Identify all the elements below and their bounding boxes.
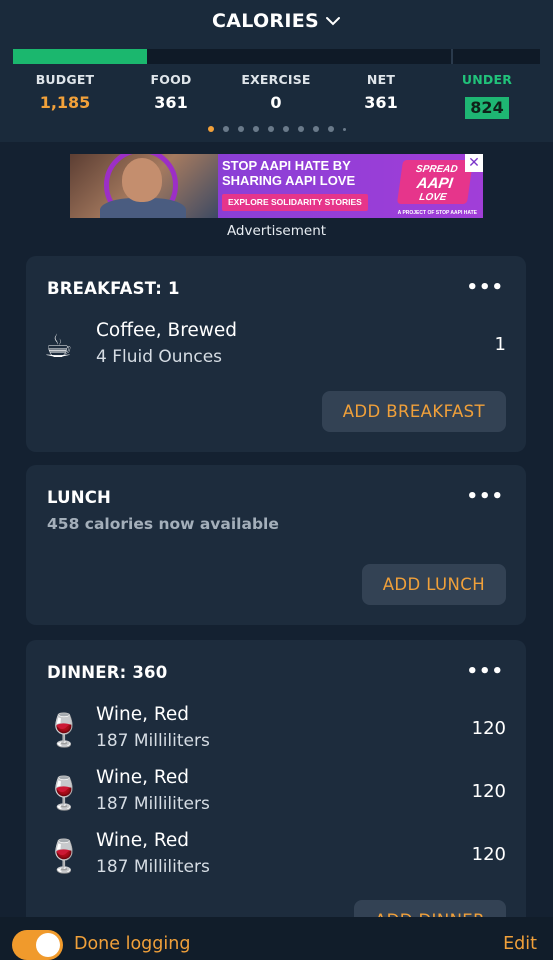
- coffee-icon: ☕: [44, 327, 73, 365]
- wine-glass-icon: 🍷: [44, 837, 84, 875]
- calories-dropdown[interactable]: CALORIES: [0, 10, 553, 32]
- stat-net: NET 361: [326, 72, 436, 112]
- lunch-card: LUNCH 458 calories now available ••• ADD…: [26, 465, 526, 625]
- stat-label: UNDER: [461, 72, 513, 87]
- summary-header: CALORIES BUDGET 1,185 FOOD 361 EXERCISE …: [0, 0, 553, 142]
- stat-food: FOOD 361: [116, 72, 226, 112]
- ad-photo: [70, 154, 218, 218]
- under-badge: 824: [465, 97, 509, 119]
- wine-glass-icon: 🍷: [44, 711, 84, 749]
- breakfast-title: BREAKFAST: 1: [47, 279, 180, 298]
- dinner-card: DINNER: 360 ••• 🍷 Wine, Red 187 Millilit…: [26, 640, 526, 941]
- add-breakfast-button[interactable]: ADD BREAKFAST: [321, 391, 506, 432]
- progress-fill: [13, 49, 148, 64]
- food-name: Wine, Red: [96, 767, 190, 788]
- food-name: Wine, Red: [96, 830, 190, 851]
- stat-budget: BUDGET 1,185: [10, 72, 120, 112]
- stat-value: 361: [364, 93, 398, 112]
- lunch-title: LUNCH: [47, 488, 112, 507]
- page-dot[interactable]: [267, 126, 274, 132]
- page-dot[interactable]: [207, 126, 214, 132]
- stat-under: UNDER 824: [432, 72, 542, 119]
- page-dot[interactable]: [297, 126, 304, 132]
- stat-label: BUDGET: [35, 72, 95, 87]
- ad-logo: SPREAD AAPI LOVE: [396, 160, 474, 204]
- page-dot[interactable]: [312, 126, 319, 132]
- wine-glass-icon: 🍷: [44, 774, 84, 812]
- page-indicator[interactable]: [0, 126, 553, 132]
- page-dot[interactable]: [252, 126, 259, 132]
- food-entry[interactable]: 🍷 Wine, Red 187 Milliliters 120: [44, 830, 508, 880]
- done-logging-label[interactable]: Done logging: [74, 934, 190, 954]
- food-calories: 120: [471, 781, 506, 802]
- breakfast-card: BREAKFAST: 1 ••• ☕ Coffee, Brewed 4 Flui…: [26, 256, 526, 452]
- progress-goal-marker: [451, 49, 453, 64]
- food-entry[interactable]: 🍷 Wine, Red 187 Milliliters 120: [44, 767, 508, 817]
- breakfast-more-icon[interactable]: •••: [466, 277, 504, 298]
- page-dot[interactable]: [222, 126, 229, 132]
- stat-label: FOOD: [150, 72, 192, 87]
- page-dot[interactable]: [327, 126, 334, 132]
- dinner-more-icon[interactable]: •••: [466, 661, 504, 682]
- page-dot[interactable]: [237, 126, 244, 132]
- ad-logo-bottom: LOVE: [418, 192, 448, 203]
- food-calories: 1: [494, 334, 506, 355]
- calorie-stats: BUDGET 1,185 FOOD 361 EXERCISE 0 NET 361…: [0, 72, 553, 119]
- ad-project-text: A PROJECT OF STOP AAPI HATE: [397, 210, 477, 216]
- stat-value: 361: [154, 93, 188, 112]
- stat-value: 1,185: [39, 93, 91, 112]
- food-entry[interactable]: 🍷 Wine, Red 187 Milliliters 120: [44, 704, 508, 754]
- add-lunch-button[interactable]: ADD LUNCH: [361, 564, 506, 605]
- logging-footer: Done logging Edit: [0, 917, 553, 960]
- food-serving: 187 Milliliters: [96, 794, 210, 814]
- stat-label: NET: [366, 72, 396, 87]
- stat-exercise: EXERCISE 0: [221, 72, 331, 112]
- header-title: CALORIES: [212, 10, 319, 32]
- ad-cta-button[interactable]: EXPLORE SOLIDARITY STORIES: [222, 194, 368, 211]
- done-logging-toggle[interactable]: [12, 930, 63, 960]
- calorie-progress-bar: [13, 49, 540, 64]
- ad-logo-mid: AAPI: [415, 175, 454, 192]
- food-serving: 4 Fluid Ounces: [96, 347, 223, 367]
- food-serving: 187 Milliliters: [96, 731, 210, 751]
- page-dot[interactable]: [282, 126, 289, 132]
- edit-button[interactable]: Edit: [503, 934, 537, 954]
- stat-value: 0: [270, 93, 282, 112]
- food-name: Wine, Red: [96, 704, 190, 725]
- page-dot[interactable]: [342, 127, 346, 131]
- advertisement-banner[interactable]: STOP AAPI HATE BY SHARING AAPI LOVE EXPL…: [70, 154, 483, 218]
- dinner-title: DINNER: 360: [47, 663, 168, 682]
- lunch-available-calories: 458 calories now available: [47, 515, 279, 533]
- lunch-more-icon[interactable]: •••: [466, 486, 504, 507]
- food-entry[interactable]: ☕ Coffee, Brewed 4 Fluid Ounces 1: [44, 320, 508, 370]
- chevron-down-icon: [325, 15, 341, 27]
- ad-person-face: [122, 158, 162, 202]
- food-name: Coffee, Brewed: [96, 320, 238, 341]
- ad-close-icon[interactable]: ✕: [465, 154, 483, 172]
- advertisement-label: Advertisement: [226, 223, 327, 239]
- stat-label: EXERCISE: [241, 72, 311, 87]
- food-calories: 120: [471, 844, 506, 865]
- toggle-knob: [36, 933, 60, 957]
- ad-headline: STOP AAPI HATE BY SHARING AAPI LOVE: [222, 158, 356, 188]
- food-serving: 187 Milliliters: [96, 857, 210, 877]
- food-calories: 120: [471, 718, 506, 739]
